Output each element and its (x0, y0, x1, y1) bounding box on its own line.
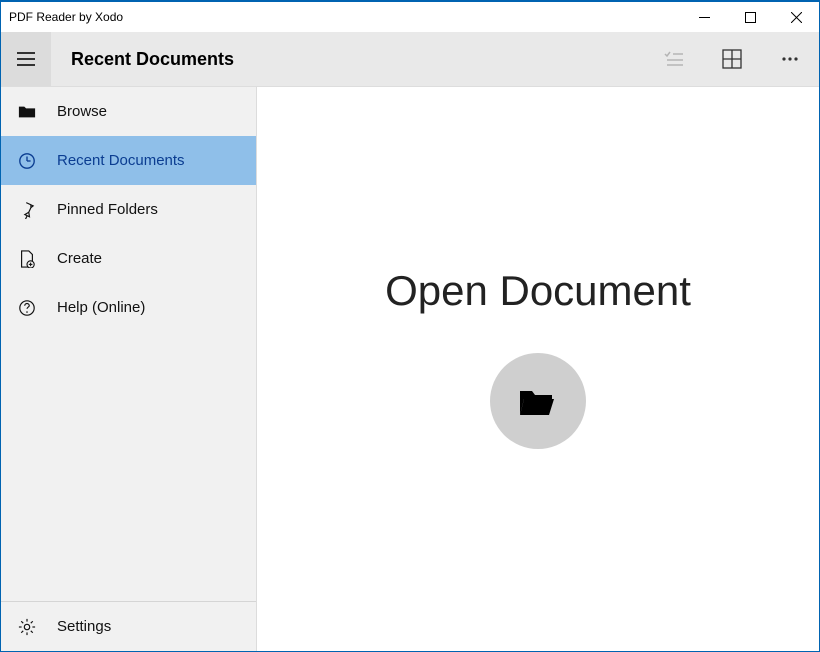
grid-view-button[interactable] (703, 32, 761, 86)
list-view-button[interactable] (645, 32, 703, 86)
create-document-icon (15, 250, 39, 268)
open-document-button[interactable] (490, 353, 586, 449)
header-title: Recent Documents (71, 49, 645, 70)
list-check-icon (664, 49, 684, 69)
minimize-button[interactable] (681, 2, 727, 32)
folder-open-icon (516, 379, 560, 423)
header-actions (645, 32, 819, 86)
sidebar-item-pinned[interactable]: Pinned Folders (1, 185, 256, 234)
sidebar-item-label: Create (57, 250, 102, 267)
titlebar: PDF Reader by Xodo (1, 2, 819, 32)
sidebar-item-browse[interactable]: Browse (1, 87, 256, 136)
maximize-icon (745, 12, 756, 23)
maximize-button[interactable] (727, 2, 773, 32)
close-button[interactable] (773, 2, 819, 32)
clock-icon (15, 152, 39, 170)
grid-icon (722, 49, 742, 69)
window-controls (681, 2, 819, 32)
sidebar-list: Browse Recent Documents Pinned Folders (1, 87, 256, 601)
sidebar-item-label: Help (Online) (57, 299, 145, 316)
hamburger-button[interactable] (1, 32, 51, 86)
sidebar-item-label: Pinned Folders (57, 201, 158, 218)
gear-icon (15, 618, 39, 636)
sidebar-item-label: Recent Documents (57, 152, 185, 169)
sidebar-item-label: Browse (57, 103, 107, 120)
close-icon (791, 12, 802, 23)
hamburger-icon (16, 49, 36, 69)
window-title: PDF Reader by Xodo (9, 10, 123, 24)
sidebar-item-recent[interactable]: Recent Documents (1, 136, 256, 185)
help-icon (15, 299, 39, 317)
sidebar: Browse Recent Documents Pinned Folders (1, 87, 257, 651)
pin-icon (15, 201, 39, 219)
sidebar-item-label: Settings (57, 618, 111, 635)
body: Browse Recent Documents Pinned Folders (1, 87, 819, 651)
folder-icon (15, 103, 39, 121)
sidebar-item-create[interactable]: Create (1, 234, 256, 283)
sidebar-footer: Settings (1, 601, 256, 651)
sidebar-item-settings[interactable]: Settings (1, 602, 256, 651)
more-icon (780, 49, 800, 69)
minimize-icon (699, 12, 710, 23)
main-content: Open Document (257, 87, 819, 651)
header-toolbar: Recent Documents (1, 32, 819, 87)
sidebar-item-help[interactable]: Help (Online) (1, 283, 256, 332)
open-document-heading: Open Document (385, 267, 691, 315)
more-button[interactable] (761, 32, 819, 86)
